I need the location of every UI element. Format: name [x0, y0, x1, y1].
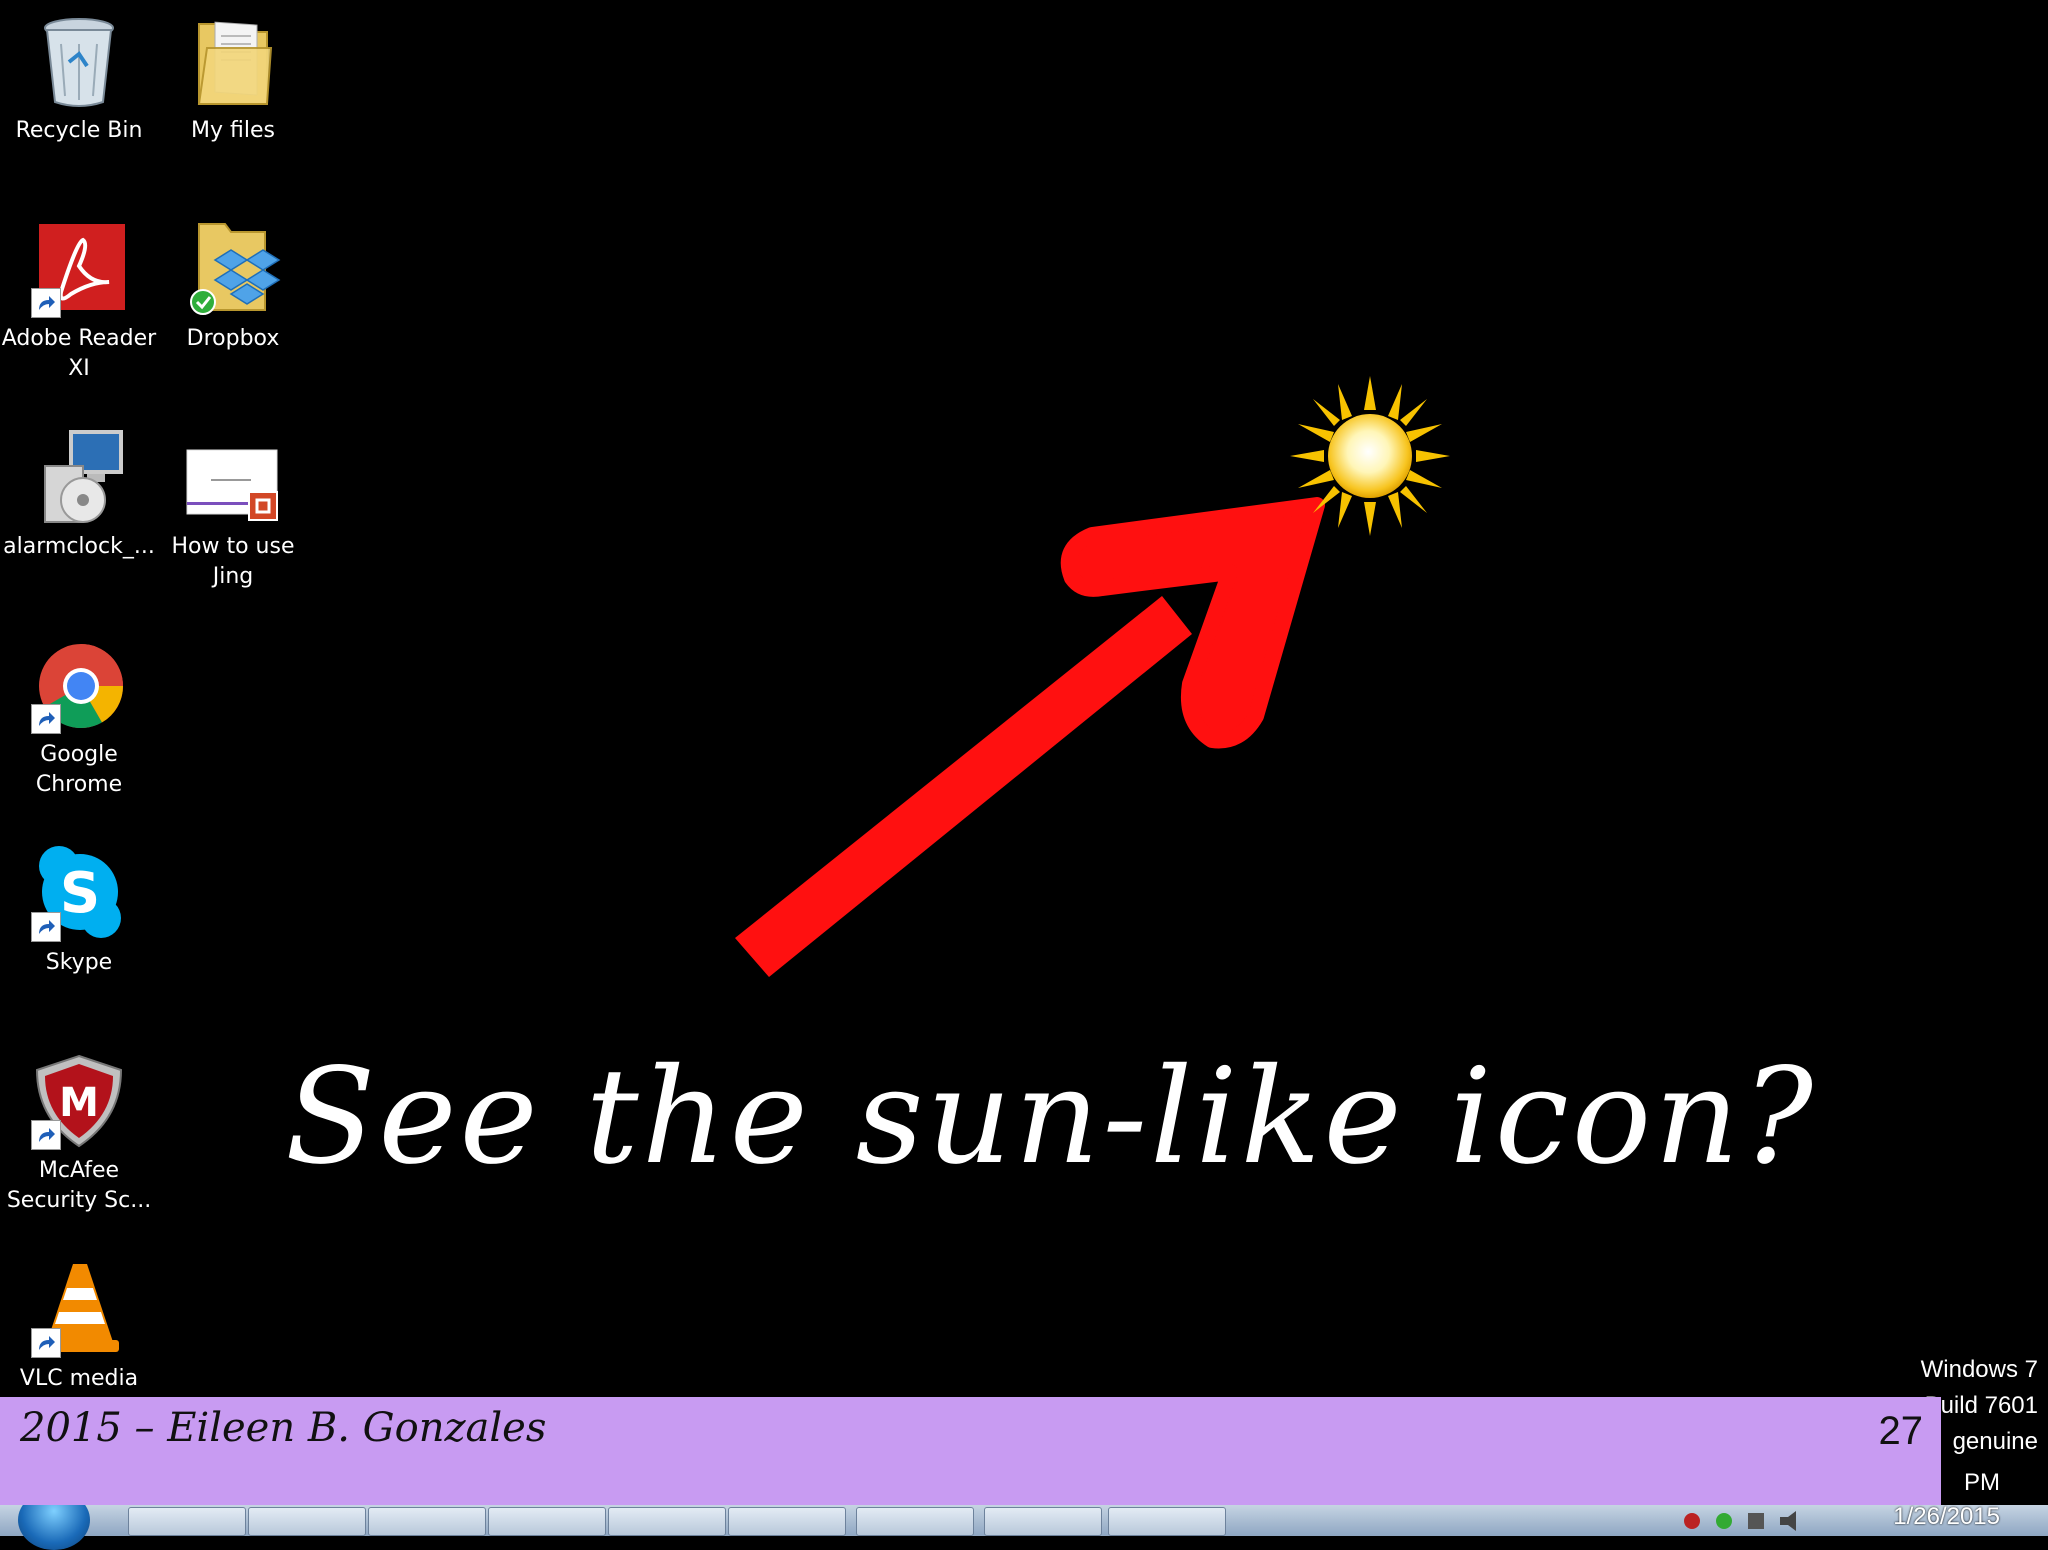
taskbar-button-skype[interactable] [728, 1507, 846, 1536]
taskbar-button-chrome[interactable] [488, 1507, 606, 1536]
slide-footer: 2015 – Eileen B. Gonzales 27 [0, 1397, 1941, 1505]
taskbar-button-app[interactable] [608, 1507, 726, 1536]
taskbar-button-powerpoint[interactable] [856, 1507, 974, 1536]
sun-icon[interactable] [1290, 376, 1450, 536]
taskbar-button-explorer[interactable] [248, 1507, 366, 1536]
footer-credit: 2015 – Eileen B. Gonzales [20, 1405, 547, 1451]
taskbar-button-media[interactable] [368, 1507, 486, 1536]
taskbar-button-notepad[interactable] [1108, 1507, 1226, 1536]
tray-icons [1684, 1511, 1796, 1531]
red-arrow-icon [735, 497, 1325, 977]
clock-date: 1/26/2015 [1893, 1503, 2000, 1530]
slide-page-number: 27 [1878, 1409, 1924, 1453]
desktop: Recycle Bin My files Adobe Reader XI Dro… [0, 0, 2048, 1550]
watermark-line: Windows 7 [1920, 1356, 2038, 1383]
taskbar-button-paint[interactable] [984, 1507, 1102, 1536]
taskbar-button-ie[interactable] [128, 1507, 246, 1536]
taskbar [0, 1505, 2048, 1536]
slide-caption: See the sun-like icon? [285, 1040, 1817, 1194]
